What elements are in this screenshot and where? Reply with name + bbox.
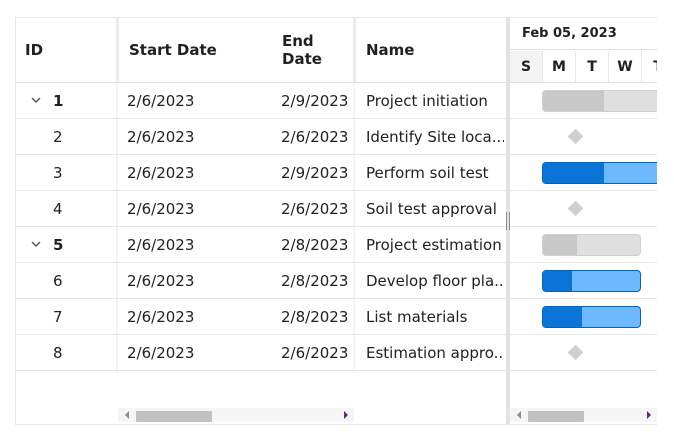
column-header-name[interactable]: Name — [366, 18, 501, 82]
cell-end-date[interactable]: 2/9/2023 — [281, 155, 353, 190]
chart-row — [510, 191, 657, 227]
cell-end-date[interactable]: 2/9/2023 — [281, 83, 353, 118]
timeline-day: M — [543, 51, 576, 82]
timeline-day: W — [609, 51, 642, 82]
cell-start-date[interactable]: 2/6/2023 — [127, 83, 237, 118]
task-bar[interactable] — [542, 270, 641, 292]
cell-end-date[interactable]: 2/6/2023 — [281, 119, 353, 154]
cell-start-date[interactable]: 2/6/2023 — [127, 119, 237, 154]
chart-row — [510, 335, 657, 371]
column-header-name-label: Name — [366, 41, 415, 59]
scrollbar-thumb[interactable] — [528, 411, 584, 422]
timeline-day: S — [510, 51, 543, 82]
column-resizer[interactable] — [116, 18, 119, 82]
chart-row — [510, 155, 657, 191]
cell-end-date[interactable]: 2/8/2023 — [281, 299, 353, 334]
timeline-day: T — [642, 51, 657, 82]
timeline-week-label: Feb 05, 2023 — [522, 26, 617, 41]
column-header-start-date[interactable]: Start Date — [129, 18, 279, 82]
summary-task-bar[interactable] — [542, 234, 641, 256]
chart-row — [510, 299, 657, 335]
grid-header: ID Start Date End Date Name — [16, 18, 508, 83]
milestone-marker[interactable] — [567, 128, 584, 145]
table-row[interactable]: 1 2/6/2023 2/9/2023 Project initiation — [16, 83, 508, 119]
cell-name[interactable]: Project estimation — [366, 227, 504, 262]
milestone-marker[interactable] — [567, 344, 584, 361]
column-header-start-label: Start Date — [129, 41, 217, 59]
cell-name[interactable]: Estimation appro... — [366, 335, 504, 370]
cell-name[interactable]: Develop floor pla... — [366, 263, 504, 298]
cell-id[interactable]: 3 — [53, 155, 93, 190]
gantt-component: ID Start Date End Date Name 1 2/6/2023 2/9… — [15, 17, 657, 425]
timeline-day: T — [576, 51, 609, 82]
cell-start-date[interactable]: 2/6/2023 — [127, 299, 237, 334]
scrollbar-thumb[interactable] — [136, 411, 212, 422]
table-row[interactable]: 3 2/6/2023 2/9/2023 Perform soil test — [16, 155, 508, 191]
grid-horizontal-scrollbar[interactable] — [118, 408, 354, 422]
cell-end-date[interactable]: 2/8/2023 — [281, 263, 353, 298]
cell-start-date[interactable]: 2/6/2023 — [127, 155, 237, 190]
caret-left-icon[interactable] — [125, 411, 129, 419]
cell-end-date[interactable]: 2/6/2023 — [281, 191, 353, 226]
task-progress — [543, 91, 605, 111]
cell-id[interactable]: 8 — [53, 335, 93, 370]
chart-row — [510, 227, 657, 263]
column-header-id[interactable]: ID — [25, 18, 115, 82]
cell-id[interactable]: 6 — [53, 263, 93, 298]
task-bar[interactable] — [542, 306, 641, 328]
cell-id[interactable]: 2 — [53, 119, 93, 154]
column-resizer[interactable] — [353, 18, 356, 82]
summary-task-bar[interactable] — [542, 90, 657, 112]
table-row[interactable]: 4 2/6/2023 2/6/2023 Soil test approval — [16, 191, 508, 227]
table-row[interactable]: 2 2/6/2023 2/6/2023 Identify Site loca... — [16, 119, 508, 155]
column-header-end-label: End Date — [282, 32, 322, 68]
chart-row — [510, 263, 657, 299]
chart-row — [510, 119, 657, 155]
chart-horizontal-scrollbar[interactable] — [510, 408, 657, 422]
task-progress — [543, 271, 573, 291]
task-progress — [543, 235, 577, 255]
task-grid: ID Start Date End Date Name 1 2/6/2023 2/9… — [16, 18, 508, 424]
cell-name[interactable]: Perform soil test — [366, 155, 504, 190]
cell-id[interactable]: 5 — [53, 227, 93, 262]
chart-row — [510, 83, 657, 119]
cell-name[interactable]: Identify Site loca... — [366, 119, 504, 154]
cell-id[interactable]: 4 — [53, 191, 93, 226]
cell-start-date[interactable]: 2/6/2023 — [127, 263, 237, 298]
table-row[interactable]: 5 2/6/2023 2/8/2023 Project estimation — [16, 227, 508, 263]
cell-name[interactable]: Project initiation — [366, 83, 504, 118]
gantt-chart: Feb 05, 2023 SMTWT — [510, 18, 657, 424]
task-progress — [543, 307, 582, 327]
caret-left-icon[interactable] — [517, 411, 521, 419]
cell-name[interactable]: Soil test approval — [366, 191, 504, 226]
timeline-week: Feb 05, 2023 — [510, 18, 657, 50]
task-progress — [543, 163, 605, 183]
column-header-end-date[interactable]: End Date — [282, 18, 352, 82]
caret-right-icon[interactable] — [647, 411, 651, 419]
cell-start-date[interactable]: 2/6/2023 — [127, 335, 237, 370]
cell-start-date[interactable]: 2/6/2023 — [127, 227, 237, 262]
column-header-id-label: ID — [25, 41, 44, 59]
cell-end-date[interactable]: 2/6/2023 — [281, 335, 353, 370]
table-row[interactable]: 6 2/6/2023 2/8/2023 Develop floor pla... — [16, 263, 508, 299]
chevron-down-icon[interactable] — [30, 94, 42, 106]
chevron-down-icon[interactable] — [30, 238, 42, 250]
cell-name[interactable]: List materials — [366, 299, 504, 334]
milestone-marker[interactable] — [567, 200, 584, 217]
task-bar[interactable] — [542, 162, 657, 184]
table-row[interactable]: 7 2/6/2023 2/8/2023 List materials — [16, 299, 508, 335]
cell-start-date[interactable]: 2/6/2023 — [127, 191, 237, 226]
table-row[interactable]: 8 2/6/2023 2/6/2023 Estimation appro... — [16, 335, 508, 371]
cell-end-date[interactable]: 2/8/2023 — [281, 227, 353, 262]
cell-id[interactable]: 1 — [53, 83, 93, 118]
caret-right-icon[interactable] — [344, 411, 348, 419]
cell-id[interactable]: 7 — [53, 299, 93, 334]
